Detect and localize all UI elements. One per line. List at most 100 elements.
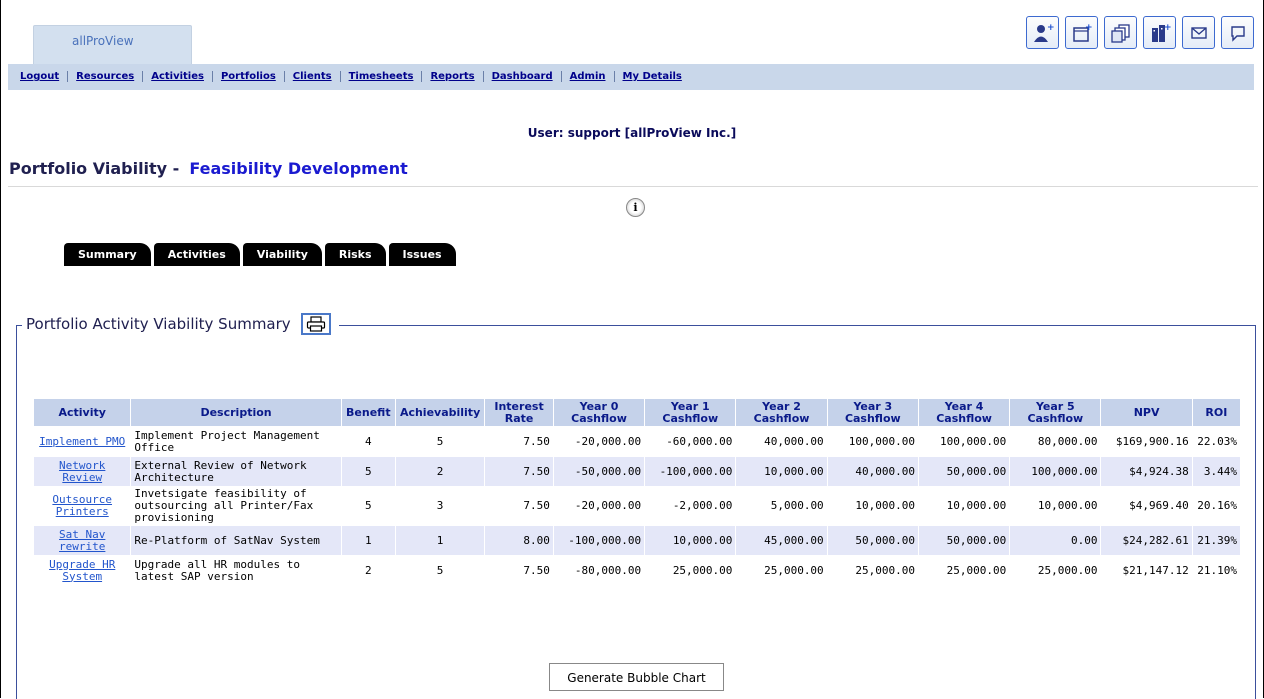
divider <box>8 186 1258 187</box>
table-cell: 5 <box>341 487 395 525</box>
nav-admin[interactable]: Admin <box>570 71 606 82</box>
table-cell: $24,282.61 <box>1101 526 1192 555</box>
col-year2[interactable]: Year 2 Cashflow <box>736 399 827 426</box>
print-button[interactable] <box>300 313 331 335</box>
table-cell: 3 <box>396 487 485 525</box>
activity-link[interactable]: Implement PMO <box>39 435 125 448</box>
tab-summary[interactable]: Summary <box>64 243 151 266</box>
nav-separator <box>560 71 562 82</box>
nav-portfolios[interactable]: Portfolios <box>221 71 276 82</box>
activity-link[interactable]: Network Review <box>59 459 105 484</box>
col-achievability[interactable]: Achievability <box>396 399 485 426</box>
table-cell: 21.10% <box>1192 556 1240 585</box>
col-activity[interactable]: Activity <box>34 399 131 426</box>
table-cell: 2 <box>396 457 485 486</box>
col-interest-rate[interactable]: Interest Rate <box>485 399 553 426</box>
table-cell: 50,000.00 <box>918 457 1010 486</box>
table-cell: $4,924.38 <box>1101 457 1192 486</box>
activity-link[interactable]: Sat Nav rewrite <box>59 528 105 553</box>
app-tab-label: allProView <box>72 34 134 48</box>
table-cell: 1 <box>341 526 395 555</box>
tab-issues[interactable]: Issues <box>388 243 456 266</box>
table-cell: 10,000.00 <box>827 487 918 525</box>
table-cell: 7.50 <box>485 427 553 456</box>
page-title-label: Portfolio Viability - <box>9 159 180 178</box>
table-row: Outsource Printers Invetsigate feasibilit… <box>34 487 1240 525</box>
col-benefit[interactable]: Benefit <box>341 399 395 426</box>
table-cell: 50,000.00 <box>827 526 918 555</box>
table-cell: Sat Nav rewrite <box>34 526 131 555</box>
add-building-icon[interactable]: + <box>1143 16 1176 49</box>
tab-risks[interactable]: Risks <box>324 243 386 266</box>
user-info: User: support [allProView Inc.] <box>527 126 737 140</box>
col-year5[interactable]: Year 5 Cashflow <box>1010 399 1101 426</box>
table-cell: 5 <box>396 427 485 456</box>
nav-separator <box>142 71 144 82</box>
table-cell: 10,000.00 <box>918 487 1010 525</box>
activity-link[interactable]: Upgrade HR System <box>49 558 115 583</box>
activity-link[interactable]: Outsource Printers <box>52 493 112 518</box>
copy-documents-icon[interactable] <box>1104 16 1137 49</box>
table-cell: -100,000.00 <box>553 526 645 555</box>
table-cell: Re-Platform of SatNav System <box>131 526 341 555</box>
tab-viability[interactable]: Viability <box>242 243 322 266</box>
table-cell: -2,000.00 <box>645 487 736 525</box>
nav-reports[interactable]: Reports <box>430 71 474 82</box>
table-cell: 25,000.00 <box>736 556 827 585</box>
table-cell: -60,000.00 <box>645 427 736 456</box>
nav-separator <box>211 71 213 82</box>
table-cell: -20,000.00 <box>553 487 645 525</box>
app-tab[interactable]: allProView <box>33 25 192 64</box>
add-user-icon[interactable]: + <box>1026 16 1059 49</box>
table-cell: 45,000.00 <box>736 526 827 555</box>
nav-resources[interactable]: Resources <box>76 71 134 82</box>
table-cell: 7.50 <box>485 457 553 486</box>
col-roi[interactable]: ROI <box>1192 399 1240 426</box>
table-cell: Implement PMO <box>34 427 131 456</box>
table-cell: $4,969.40 <box>1101 487 1192 525</box>
panel-title: Portfolio Activity Viability Summary <box>26 315 291 333</box>
table-cell: -20,000.00 <box>553 427 645 456</box>
table-cell: 10,000.00 <box>645 526 736 555</box>
mail-icon[interactable] <box>1182 16 1215 49</box>
table-cell: 1 <box>396 526 485 555</box>
table-cell: 10,000.00 <box>736 457 827 486</box>
table-cell: 22.03% <box>1192 427 1240 456</box>
nav-timesheets[interactable]: Timesheets <box>349 71 414 82</box>
svg-text:+: + <box>1047 23 1054 33</box>
table-cell: 25,000.00 <box>1010 556 1101 585</box>
col-npv[interactable]: NPV <box>1101 399 1192 426</box>
printer-icon <box>306 316 325 332</box>
col-year0[interactable]: Year 0 Cashflow <box>553 399 645 426</box>
col-year3[interactable]: Year 3 Cashflow <box>827 399 918 426</box>
table-cell: 7.50 <box>485 556 553 585</box>
table-cell: 80,000.00 <box>1010 427 1101 456</box>
table-cell: 8.00 <box>485 526 553 555</box>
nav-separator <box>67 71 69 82</box>
col-description[interactable]: Description <box>131 399 341 426</box>
generate-bubble-chart-button[interactable]: Generate Bubble Chart <box>549 663 724 691</box>
nav-separator <box>283 71 285 82</box>
table-cell: 25,000.00 <box>918 556 1010 585</box>
table-cell: 50,000.00 <box>918 526 1010 555</box>
chat-icon[interactable] <box>1221 16 1254 49</box>
table-cell: Outsource Printers <box>34 487 131 525</box>
info-icon[interactable]: i <box>626 198 645 217</box>
col-year1[interactable]: Year 1 Cashflow <box>645 399 736 426</box>
table-cell: Upgrade all HR modules to latest SAP ver… <box>131 556 341 585</box>
new-item-icon[interactable]: + <box>1065 16 1098 49</box>
tab-activities[interactable]: Activities <box>153 243 240 266</box>
table-cell: 5,000.00 <box>736 487 827 525</box>
table-row: Network Review External Review of Network… <box>34 457 1240 486</box>
table-cell: 5 <box>396 556 485 585</box>
nav-separator <box>421 71 423 82</box>
nav-activities[interactable]: Activities <box>151 71 204 82</box>
table-cell: 100,000.00 <box>1010 457 1101 486</box>
table-cell: Invetsigate feasibility of outsourcing a… <box>131 487 341 525</box>
nav-clients[interactable]: Clients <box>293 71 332 82</box>
nav-dashboard[interactable]: Dashboard <box>492 71 553 82</box>
nav-my-details[interactable]: My Details <box>623 71 682 82</box>
nav-logout[interactable]: Logout <box>20 71 59 82</box>
table-cell: -80,000.00 <box>553 556 645 585</box>
col-year4[interactable]: Year 4 Cashflow <box>918 399 1010 426</box>
